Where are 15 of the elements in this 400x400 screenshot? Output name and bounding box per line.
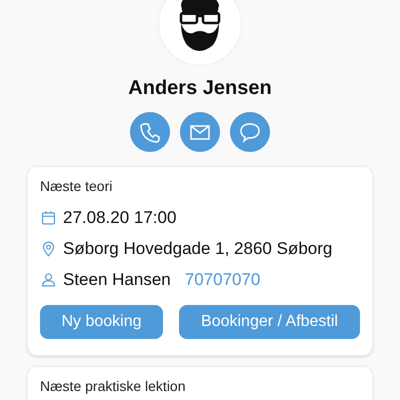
card-title: Næste praktiske lektion bbox=[40, 377, 187, 395]
detail-text: 27.08.20 17:00 bbox=[63, 207, 176, 229]
calendar-icon bbox=[40, 209, 57, 227]
chat-button[interactable] bbox=[230, 112, 270, 152]
detail-text: Søborg Hovedgade 1, 2860 Søborg bbox=[63, 238, 332, 260]
new-booking-button[interactable]: Ny booking bbox=[40, 305, 163, 339]
phone-number-link[interactable]: 70707070 bbox=[184, 269, 260, 291]
bookings-button[interactable]: Bookinger / Afbestil bbox=[179, 305, 360, 339]
card-title: Næste teori bbox=[40, 177, 114, 195]
profile-name: Anders Jensen bbox=[128, 76, 272, 100]
person-icon bbox=[40, 271, 57, 289]
detail-text: Steen Hansen bbox=[63, 269, 171, 291]
email-button[interactable] bbox=[180, 112, 220, 152]
location-pin-icon bbox=[40, 240, 57, 258]
phone-button[interactable] bbox=[130, 112, 170, 152]
